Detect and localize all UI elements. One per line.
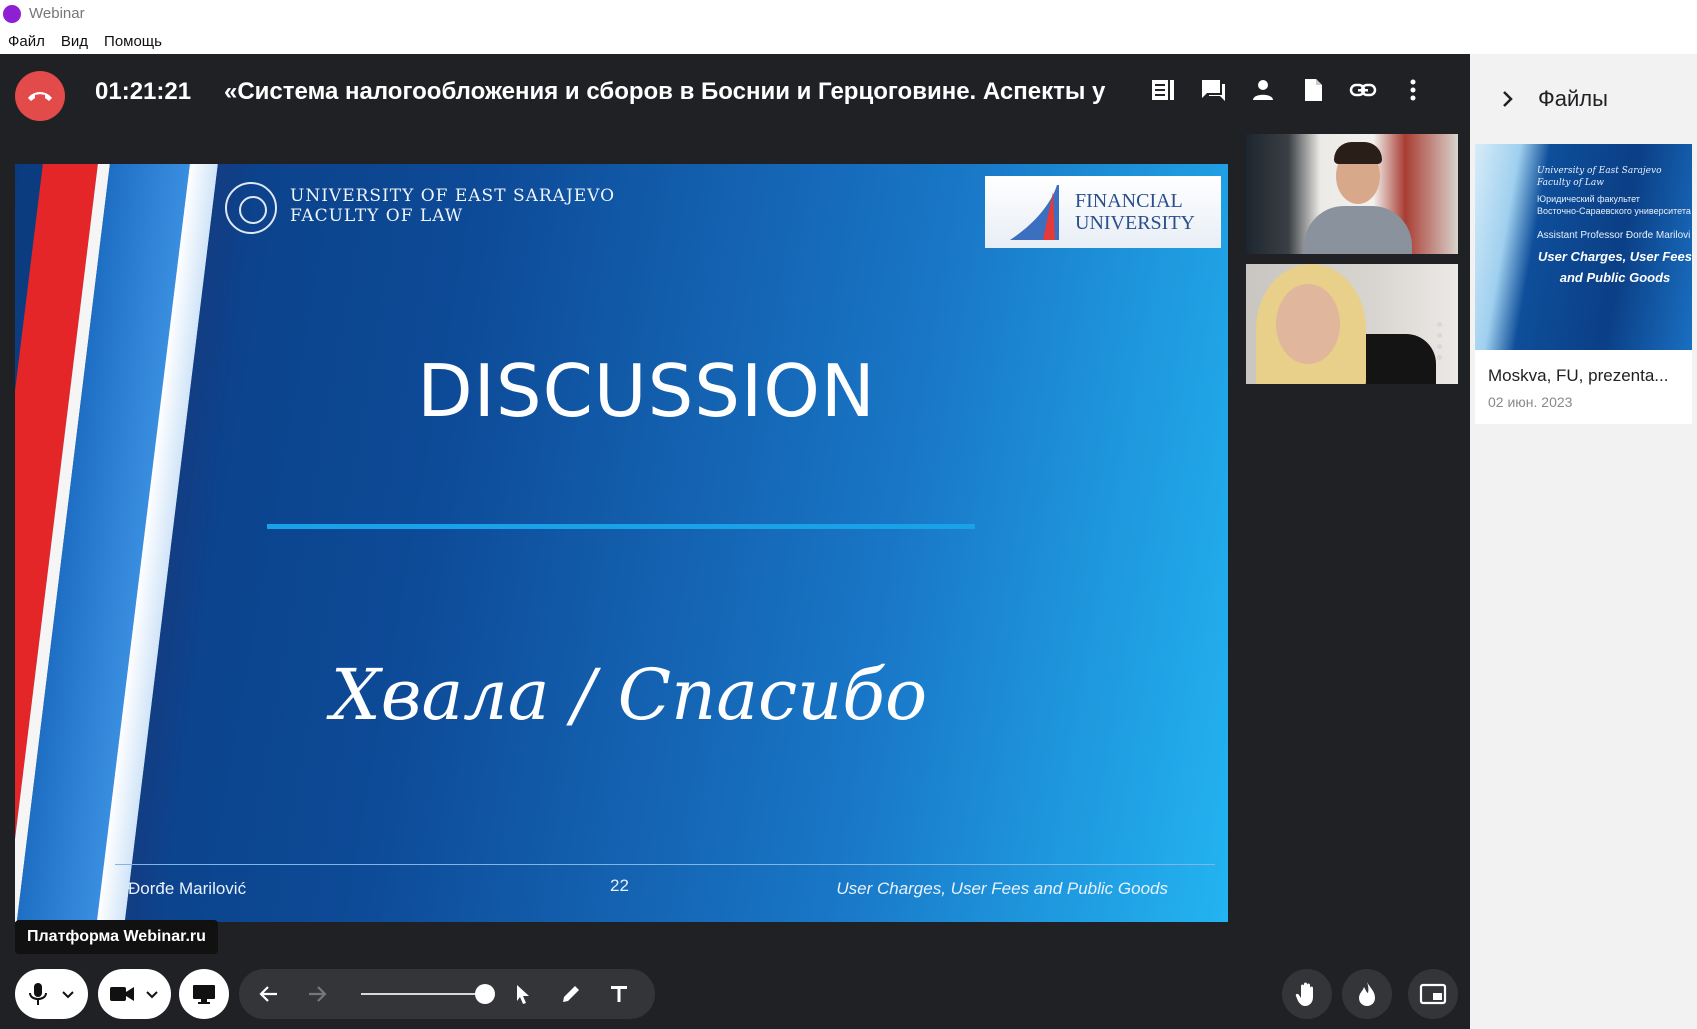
window-title: Webinar bbox=[29, 5, 85, 22]
link-icon bbox=[1349, 83, 1377, 97]
presentation-slide: UNIVERSITY OF EAST SARAJEVO FACULTY OF L… bbox=[15, 164, 1228, 922]
session-title: «Система налогообложения и сборов в Босн… bbox=[224, 78, 1106, 105]
chevron-right-icon bbox=[1503, 91, 1513, 107]
raise-hand-button[interactable] bbox=[1282, 969, 1332, 1019]
arrow-right-icon bbox=[309, 986, 327, 1002]
file-name[interactable]: Moskva, FU, prezenta... bbox=[1488, 366, 1683, 386]
screen-share-button[interactable] bbox=[179, 969, 229, 1019]
call-timer: 01:21:21 bbox=[95, 78, 192, 105]
zoom-slider-handle[interactable] bbox=[475, 984, 495, 1004]
university-emblem-icon bbox=[225, 182, 277, 234]
slide-heading: DISCUSSION bbox=[417, 349, 876, 433]
hang-up-icon bbox=[28, 92, 52, 101]
university-line1: UNIVERSITY OF EAST SARAJEVO bbox=[290, 186, 616, 206]
fire-icon bbox=[1359, 982, 1375, 1006]
financial-university-mark-icon bbox=[1005, 182, 1065, 242]
person-icon bbox=[1253, 80, 1273, 100]
pointer-tool-button[interactable] bbox=[505, 976, 541, 1012]
files-panel-title: Файлы bbox=[1538, 86, 1608, 111]
reactions-button[interactable] bbox=[1342, 969, 1392, 1019]
participant-video-2[interactable] bbox=[1246, 264, 1458, 384]
files-panel: Файлы University of East Sarajevo Facult… bbox=[1470, 54, 1697, 1029]
webinar-stage: 01:21:21 «Система налогообложения и сбор… bbox=[0, 54, 1470, 1029]
menu-bar: Файл Вид Помощь bbox=[0, 29, 170, 53]
monitor-icon bbox=[193, 985, 215, 1004]
university-line2: FACULTY OF LAW bbox=[290, 206, 464, 226]
draw-tool-button[interactable] bbox=[553, 976, 589, 1012]
previous-slide-button[interactable] bbox=[251, 976, 287, 1012]
window-titlebar: Webinar bbox=[0, 0, 1697, 27]
university-name: UNIVERSITY OF EAST SARAJEVO FACULTY OF L… bbox=[290, 186, 615, 226]
chat-icon bbox=[1202, 80, 1225, 101]
participants-button[interactable] bbox=[1245, 72, 1281, 108]
chat-button[interactable] bbox=[1195, 72, 1231, 108]
files-panel-header: Файлы bbox=[1470, 74, 1697, 124]
file-thumbnail: University of East Sarajevo Faculty of L… bbox=[1475, 144, 1692, 350]
file-date: 02 июн. 2023 bbox=[1488, 394, 1573, 410]
chevron-down-icon[interactable] bbox=[60, 986, 76, 1002]
more-options-button[interactable] bbox=[1395, 72, 1431, 108]
financial-university-logo: FINANCIAL UNIVERSITY bbox=[985, 176, 1221, 248]
pencil-icon bbox=[563, 986, 579, 1002]
slide-author: Đorđe Marilović bbox=[128, 879, 247, 898]
slide-footer-line bbox=[115, 864, 1215, 865]
zoom-slider[interactable] bbox=[361, 984, 495, 1004]
presentation-toolbar bbox=[239, 969, 655, 1019]
hand-icon bbox=[1295, 982, 1313, 1006]
text-tool-button[interactable] bbox=[601, 976, 637, 1012]
collapse-panel-button[interactable] bbox=[1498, 89, 1518, 109]
menu-help[interactable]: Помощь bbox=[104, 33, 162, 50]
top-toolbar bbox=[1145, 72, 1431, 108]
slide-thanks: Хвала / Спасибо bbox=[330, 654, 928, 736]
more-vertical-icon bbox=[1410, 79, 1416, 101]
picture-in-picture-icon bbox=[1419, 983, 1447, 1005]
copy-link-button[interactable] bbox=[1345, 72, 1381, 108]
menu-file[interactable]: Файл bbox=[8, 33, 45, 50]
slide-page-number: 22 bbox=[610, 876, 629, 895]
camera-control[interactable] bbox=[98, 969, 171, 1019]
microphone-control[interactable] bbox=[15, 969, 88, 1019]
file-card[interactable]: University of East Sarajevo Faculty of L… bbox=[1475, 144, 1692, 424]
next-slide-button[interactable] bbox=[299, 976, 335, 1012]
arrow-left-icon bbox=[259, 986, 277, 1002]
file-icon bbox=[1305, 79, 1322, 101]
leave-call-button[interactable] bbox=[15, 71, 65, 121]
video-options-icon[interactable] bbox=[1437, 322, 1442, 360]
cursor-icon bbox=[517, 985, 529, 1004]
notes-button[interactable] bbox=[1145, 72, 1181, 108]
text-icon bbox=[611, 986, 627, 1002]
app-logo-icon bbox=[3, 4, 21, 23]
microphone-icon bbox=[28, 983, 47, 1005]
slide-topic: User Charges, User Fees and Public Goods bbox=[836, 879, 1168, 898]
video-camera-icon bbox=[109, 987, 134, 1001]
files-button[interactable] bbox=[1295, 72, 1331, 108]
layout-toggle-button[interactable] bbox=[1408, 969, 1458, 1019]
slide-divider bbox=[267, 524, 975, 529]
menu-view[interactable]: Вид bbox=[61, 33, 88, 50]
platform-tooltip: Платформа Webinar.ru bbox=[15, 920, 218, 954]
participant-video-1[interactable] bbox=[1246, 134, 1458, 254]
notes-icon bbox=[1152, 80, 1174, 100]
chevron-down-icon[interactable] bbox=[144, 986, 160, 1002]
financial-university-name: FINANCIAL UNIVERSITY bbox=[1075, 190, 1195, 234]
